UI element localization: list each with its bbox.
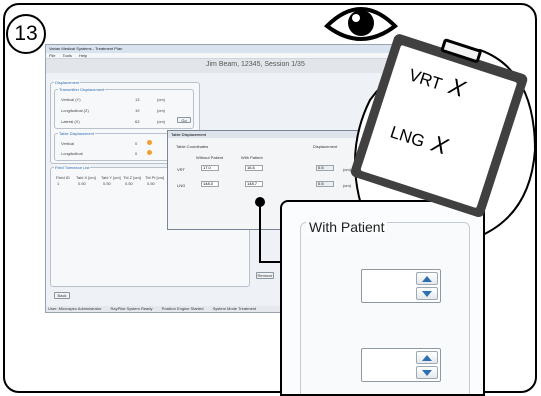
- field-row-id[interactable]: 1: [57, 181, 59, 186]
- vrt-without-input[interactable]: 17.0: [201, 165, 219, 171]
- chevron-up-icon: [422, 275, 432, 282]
- vertical-label: Vertical (Y): [61, 97, 81, 102]
- with-patient-group: [300, 222, 470, 394]
- callout-connector: [259, 201, 261, 262]
- displacement-group-title: Displacement: [54, 80, 81, 85]
- step-number: 13: [6, 14, 46, 54]
- spin-up-button[interactable]: [416, 272, 438, 285]
- field-row-pt: 0.50: [147, 181, 155, 186]
- status-system: RayPilot System Ready: [110, 306, 153, 311]
- zoom-callout: With Patient: [280, 200, 485, 396]
- table-vertical-value: 0: [135, 141, 138, 146]
- lng-with-patient-spinner[interactable]: [361, 348, 441, 382]
- warning-icon: [147, 150, 152, 155]
- table-longitudinal-value: 0: [135, 151, 138, 156]
- status-engine: Position Engine Started: [161, 306, 204, 311]
- table-subgroup-title: Table Displacement: [58, 131, 95, 136]
- col-tabl-x: Tabl X [cm]: [76, 175, 96, 180]
- patient-session-label: Jim Beam, 12345, Session 1/35: [206, 61, 305, 68]
- chevron-down-icon: [422, 369, 432, 376]
- col-tbl-pt: Tbl Pt [cm]: [145, 175, 165, 180]
- chevron-down-icon: [422, 290, 432, 297]
- vrt-label: VRT: [177, 167, 185, 172]
- vertical-unit: (cm): [157, 97, 165, 102]
- col-field-id: Field ID: [56, 175, 70, 180]
- status-mode: System Mode Treatment: [212, 306, 257, 311]
- go-button[interactable]: Go: [177, 117, 191, 123]
- lateral-value: 63: [135, 119, 140, 124]
- menu-help[interactable]: Help: [79, 53, 87, 58]
- field-row-z: 0.50: [125, 181, 133, 186]
- status-user: User: Microspec Administrator: [48, 306, 102, 311]
- field-row-y: 0.50: [103, 181, 111, 186]
- spin-down-button[interactable]: [416, 366, 438, 379]
- longitudinal-value: 19: [135, 108, 140, 113]
- table-coordinates-label: Table Coordinates: [176, 144, 209, 149]
- transmitter-subgroup-title: Transmitter Displacement: [58, 87, 106, 92]
- table-vertical-label: Vertical: [61, 141, 75, 146]
- with-patient-title: With Patient: [306, 219, 388, 235]
- without-patient-header: Without Patient: [196, 155, 224, 160]
- spin-up-button[interactable]: [416, 351, 438, 364]
- vrt-with-patient-spinner[interactable]: [361, 269, 441, 303]
- with-patient-header: With Patient: [241, 155, 263, 160]
- field-group-title: Field Tolerance List: [54, 165, 91, 170]
- lateral-label: Lateral (X): [61, 119, 80, 124]
- chevron-up-icon: [422, 354, 432, 361]
- field-row-x: 0.50: [78, 181, 86, 186]
- transmitter-subgroup: Transmitter Displacement Vertical (Y) 13…: [54, 87, 194, 129]
- lng-with-input[interactable]: 148.7: [245, 181, 263, 187]
- eye-icon: [323, 7, 399, 41]
- longitudinal-unit: (cm): [157, 108, 165, 113]
- menu-tools[interactable]: Tools: [63, 53, 72, 58]
- menu-file[interactable]: File: [49, 53, 55, 58]
- remove-button[interactable]: Remove: [256, 272, 274, 279]
- col-tabl-y: Tabl Y [cm]: [101, 175, 121, 180]
- lng-label: LNG: [177, 183, 186, 188]
- lng-without-input[interactable]: 148.0: [201, 181, 219, 187]
- callout-connector: [259, 261, 281, 263]
- table-longitudinal-label: Longitudinal: [61, 151, 83, 156]
- vertical-value: 13: [135, 97, 140, 102]
- warning-icon: [147, 140, 152, 145]
- col-tbl-z: Tbl Z [cm]: [123, 175, 141, 180]
- spin-down-button[interactable]: [416, 287, 438, 300]
- longitudinal-label: Longitudinal (Z): [61, 108, 89, 113]
- vrt-with-input[interactable]: 16.5: [245, 165, 263, 171]
- lateral-unit: (cm): [157, 119, 165, 124]
- back-button[interactable]: Back: [54, 292, 70, 299]
